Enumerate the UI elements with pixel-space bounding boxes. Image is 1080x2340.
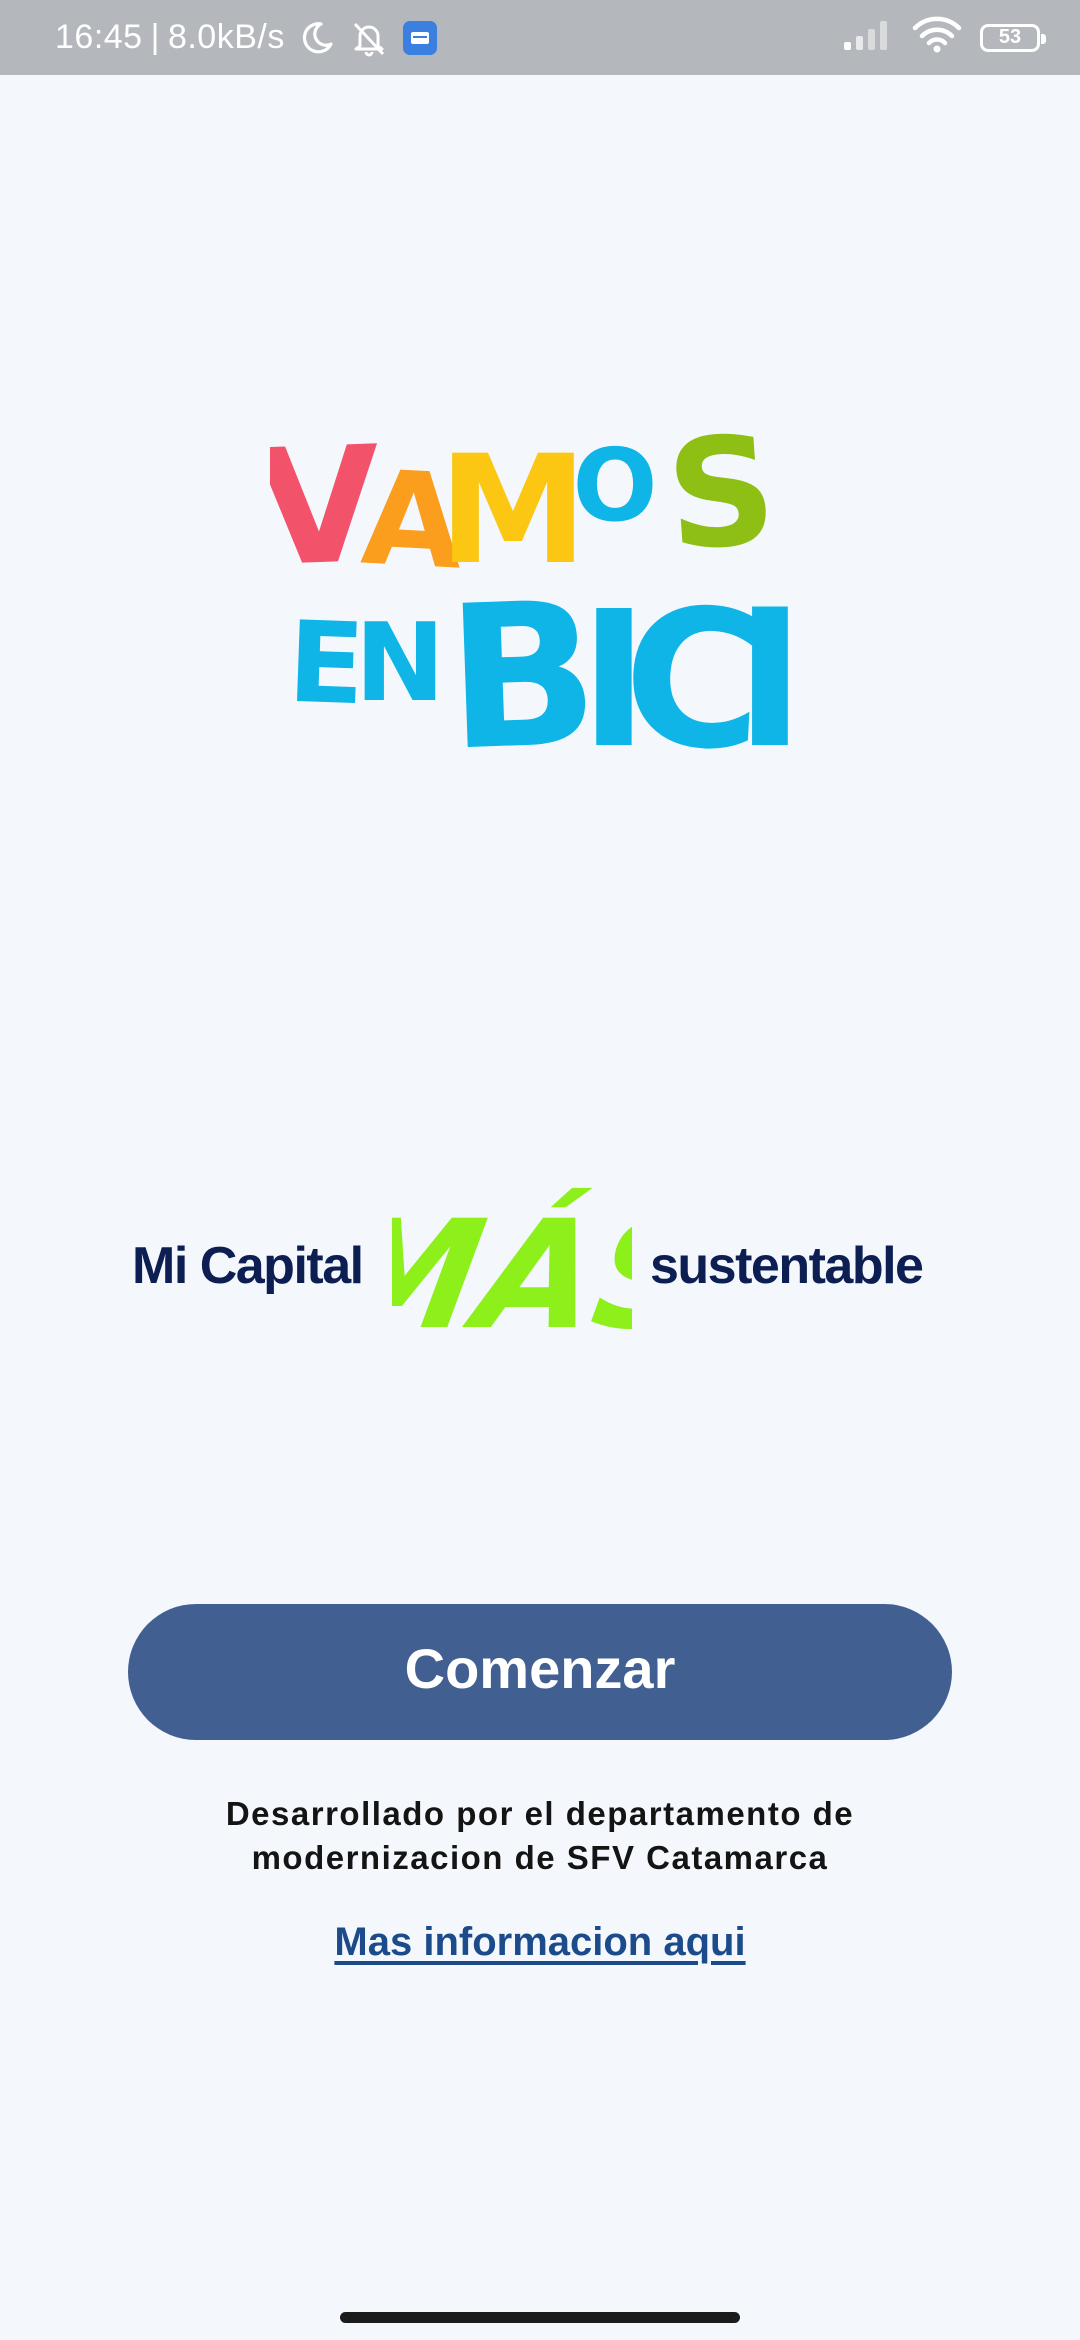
signal-icon: [842, 18, 894, 57]
status-network-speed: 8.0kB/s: [167, 18, 285, 56]
battery-icon: 53: [980, 23, 1046, 52]
tagline-mas-highlight: MÁS: [392, 1187, 632, 1352]
status-time: 16:45: [55, 18, 143, 56]
moon-icon: [299, 20, 335, 56]
tagline-mas-text: MÁS: [392, 1187, 632, 1352]
developer-credit: Desarrollado por el departamento de mode…: [140, 1792, 940, 1880]
logo-letter-n: N: [355, 601, 445, 726]
status-left: 16:45 | 8.0kB/s: [55, 0, 437, 75]
logo-letter-o: O: [572, 427, 657, 544]
tagline: Mi Capital MÁS sustentable: [120, 1140, 960, 1360]
start-button[interactable]: Comenzar: [128, 1604, 952, 1740]
tagline-left: Mi Capital: [132, 1237, 364, 1295]
logo-letter-s: S: [661, 410, 781, 585]
bell-off-icon: [349, 18, 389, 58]
status-bar: 16:45 | 8.0kB/s 53: [0, 0, 1080, 75]
battery-level: 53: [998, 26, 1022, 48]
developer-credit-line1: Desarrollado por el departamento de: [225, 1795, 855, 1832]
home-indicator[interactable]: [340, 2312, 740, 2323]
vamos-en-bici-logo: V A M O S E N B I C I: [253, 404, 815, 795]
status-separator: |: [150, 18, 160, 56]
developer-credit-line2: modernizacion de SFV Catamarca: [251, 1839, 829, 1876]
status-right: 53: [842, 0, 1046, 75]
tagline-right: sustentable: [650, 1237, 924, 1295]
more-info-link[interactable]: Mas informacion aqui: [240, 1920, 840, 1965]
notification-app-icon: [402, 20, 437, 55]
logo-letter-i2: I: [735, 569, 806, 755]
wifi-icon: [912, 16, 962, 59]
